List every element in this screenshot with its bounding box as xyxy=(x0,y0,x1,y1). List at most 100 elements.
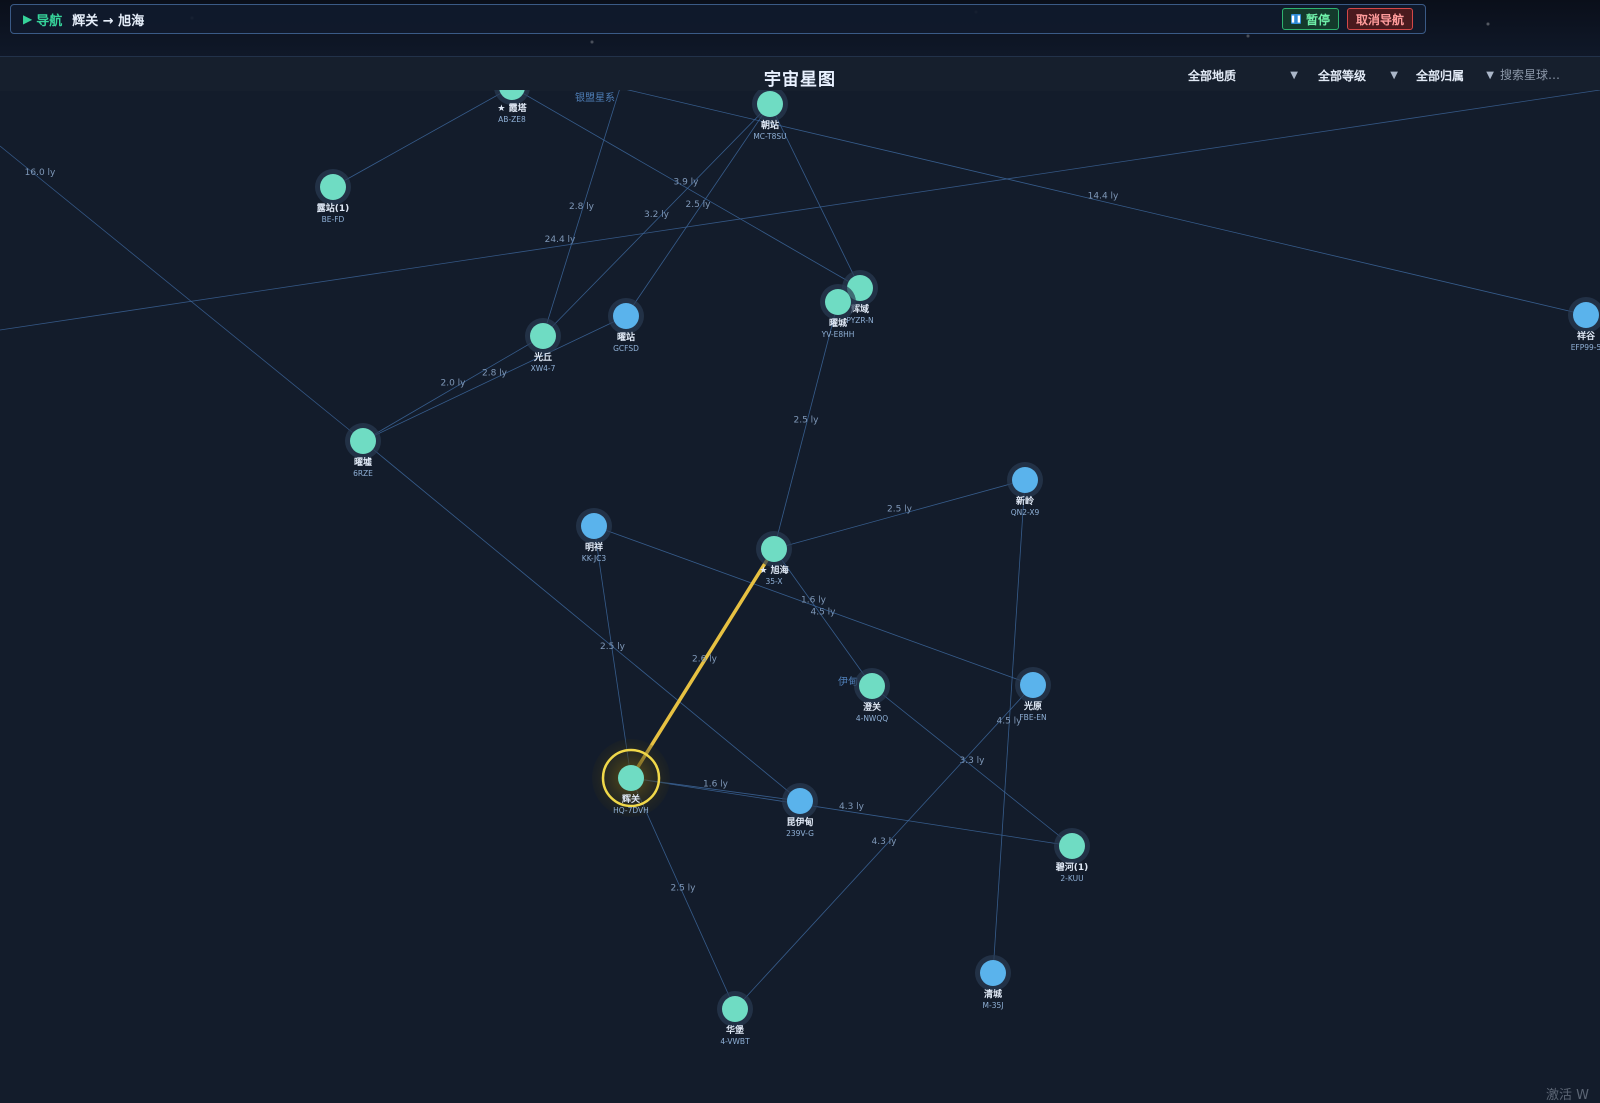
planet-name: 露站(1) xyxy=(317,202,350,214)
planet-mc-t8su[interactable]: 朝站MC-T8SU xyxy=(752,90,788,141)
planet-dot xyxy=(859,673,885,699)
edge-distance-label: 4.3 ly xyxy=(871,837,897,847)
planet-code: EFP99-5 xyxy=(1571,343,1600,352)
edge-distance-label: 2.0 ly xyxy=(440,379,466,389)
planet-dot xyxy=(1573,302,1599,328)
cancel-navigation-button[interactable]: 取消导航 xyxy=(1346,8,1413,30)
planet-xw4-7[interactable]: 光丘XW4-7 xyxy=(525,318,561,373)
edge-distance-label: 16.0 ly xyxy=(25,168,56,178)
planet-code: M-35J xyxy=(983,1001,1004,1010)
planet-name: 光原 xyxy=(1023,700,1042,712)
map-header: 宇宙星图 全部地质 ▼ 全部等级 ▼ 全部归属 ▼ xyxy=(0,56,1600,91)
pause-button[interactable]: ❚❚ 暂停 xyxy=(1281,8,1339,30)
galaxy-region-label: 银盟星系 xyxy=(575,91,615,104)
planet-dot xyxy=(761,536,787,562)
navigation-bar: ▶ 导航 辉关 → 旭海 ❚❚ 暂停 取消导航 xyxy=(10,4,1426,34)
planet-qnzx9[interactable]: 新岭QN2-X9 xyxy=(1007,462,1043,517)
planet-code: PYZR-N xyxy=(846,316,873,325)
edge-distance-label: 4.3 ly xyxy=(839,802,865,812)
navigation-label: 导航 xyxy=(36,13,63,29)
edge-distance-label: 2.8 ly xyxy=(482,369,508,379)
planet-fbe-en[interactable]: 光原FBE-EN xyxy=(1015,667,1051,722)
chevron-down-icon: ▼ xyxy=(1290,69,1298,81)
planet-4-nwqq[interactable]: 澄关4-NWQQ xyxy=(854,668,890,723)
planet-2-kuu[interactable]: 碧河(1)2-KUU xyxy=(1054,828,1090,883)
planet-dot xyxy=(350,428,376,454)
edge-distance-label: 1.6 ly xyxy=(703,780,729,790)
pause-button-label: 暂停 xyxy=(1305,12,1330,27)
navigation-route: 辉关 → 旭海 xyxy=(72,13,145,29)
star-map[interactable]: 16.0 ly24.4 ly 3.2 ly2.5 ly3.9 ly2.8 ly1… xyxy=(0,90,1600,1100)
map-edge xyxy=(992,479,1026,974)
planet-name: 明祥 xyxy=(585,541,603,553)
map-edge xyxy=(516,90,861,289)
edge-distance-label: 14.4 ly xyxy=(1088,192,1119,202)
route-distance-label: 2.6 ly xyxy=(692,655,718,665)
edge-distance-label: 2.8 ly xyxy=(569,202,595,212)
planet-dot xyxy=(1059,833,1085,859)
planet-code: 35-X xyxy=(765,577,782,586)
edge-distance-label: 3.9 ly xyxy=(673,178,699,188)
map-edge xyxy=(630,777,1073,847)
edge-distance-label: 1.6 ly xyxy=(801,596,827,606)
planet-code: AB-ZE8 xyxy=(498,115,526,124)
planet-code: KK-JC3 xyxy=(582,554,607,563)
planet-dot xyxy=(825,289,851,315)
ownership-filter-select[interactable]: 全部归属 ▼ xyxy=(1416,66,1494,84)
map-edge xyxy=(362,335,544,442)
planet-dot xyxy=(722,996,748,1022)
play-icon: ▶ xyxy=(23,12,33,26)
planet-dot xyxy=(320,174,346,200)
planet-name: 辉关 xyxy=(622,793,640,805)
planet-code: FBE-EN xyxy=(1019,713,1046,722)
planet-be-fd[interactable]: 露站(1)BE-FD xyxy=(315,169,351,224)
map-edge xyxy=(773,479,1026,550)
geology-filter-select[interactable]: 全部地质 ▼ xyxy=(1188,66,1298,84)
planet-name: 清城 xyxy=(984,988,1002,1000)
map-edge xyxy=(773,301,839,550)
planet-efp99[interactable]: 祥谷EFP99-5 xyxy=(1568,297,1600,352)
planet-yv-e8hh[interactable]: 曜城YV-E8HH xyxy=(820,284,856,339)
activation-watermark: 激活 W xyxy=(1546,1088,1589,1103)
planet-dot xyxy=(787,788,813,814)
planet-search-input[interactable] xyxy=(1500,66,1600,84)
level-filter-value: 全部等级 xyxy=(1318,68,1367,83)
planet-code: QN2-X9 xyxy=(1011,508,1040,517)
planet-4-vwbt[interactable]: 华堡4-VWBT xyxy=(717,991,753,1046)
planet-m-35j[interactable]: 清城M-35J xyxy=(975,955,1011,1010)
edge-distance-label: 3.2 ly xyxy=(644,210,670,220)
planet-name: 光丘 xyxy=(533,351,552,363)
map-edge xyxy=(0,145,364,442)
planet-dot xyxy=(618,765,644,791)
map-edge xyxy=(332,90,508,188)
planet-kk-jc3[interactable]: 明祥KK-JC3 xyxy=(576,508,612,563)
geology-filter-value: 全部地质 xyxy=(1188,68,1237,83)
planet-code: BE-FD xyxy=(322,215,345,224)
edge-distance-label: 2.5 ly xyxy=(793,416,819,426)
planet-239v-g[interactable]: 昆伊甸239V-G xyxy=(782,783,818,838)
planet-name: 曜城 xyxy=(829,317,847,329)
planet-dot xyxy=(530,323,556,349)
planet-6rze[interactable]: 曜墟6RZE xyxy=(345,423,381,478)
pause-icon: ❚❚ xyxy=(1290,14,1302,24)
planet-code: MC-T8SU xyxy=(753,132,786,141)
map-edge xyxy=(362,440,801,802)
planet-code: XW4-7 xyxy=(531,364,556,373)
planet-name: 朝站 xyxy=(761,119,779,131)
planet-name: 昆伊甸 xyxy=(786,816,813,828)
planet-dot xyxy=(613,303,639,329)
planet-gcfsd[interactable]: 曜站GCFSD xyxy=(608,298,644,353)
planet-code: HQ-7DVH xyxy=(613,806,649,815)
planet-name: 碧河(1) xyxy=(1055,861,1089,873)
planet-ab-ze8[interactable]: ★ 霞塔AB-ZE8 xyxy=(494,90,530,124)
planet-code: 4-NWQQ xyxy=(856,714,888,723)
planet-dot xyxy=(1020,672,1046,698)
planet-hq-7dvh[interactable]: 辉关HQ-7DVH xyxy=(592,739,670,817)
edge-distance-label: 2.5 ly xyxy=(887,505,913,515)
planet-name: 新岭 xyxy=(1016,495,1034,507)
level-filter-select[interactable]: 全部等级 ▼ xyxy=(1318,66,1398,84)
chevron-down-icon: ▼ xyxy=(1486,69,1494,81)
ownership-filter-value: 全部归属 xyxy=(1416,68,1465,83)
planet-35-x[interactable]: ★ 旭海35-X xyxy=(756,531,792,586)
map-edge xyxy=(0,90,1600,331)
